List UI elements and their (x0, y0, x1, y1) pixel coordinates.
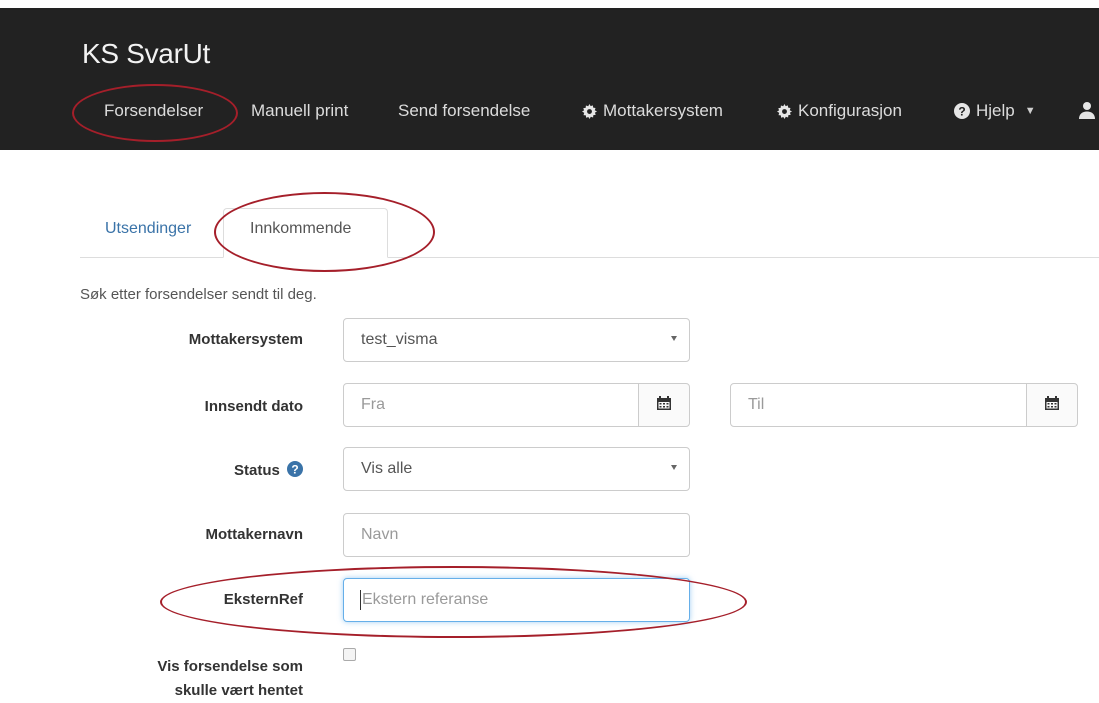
tab-utsendinger[interactable]: Utsendinger (105, 220, 191, 238)
vis-forsendelse-checkbox[interactable] (343, 648, 356, 661)
date-from-input[interactable]: Fra (343, 383, 639, 427)
status-value: Vis alle (361, 460, 413, 477)
date-to-input[interactable]: Til (730, 383, 1027, 427)
question-circle-icon: ? (954, 103, 970, 119)
nav-mottakersystem[interactable]: Mottakersystem (582, 101, 723, 121)
user-menu[interactable] (1078, 101, 1096, 119)
nav-hjelp-dropdown[interactable]: ? Hjelp ▼ (954, 101, 1036, 121)
calendar-icon (657, 395, 671, 415)
mottakernavn-input[interactable]: Navn (343, 513, 690, 557)
status-label: Status (233, 462, 280, 479)
nav-forsendelser[interactable]: Forsendelser (104, 101, 203, 121)
vis-forsendelse-label-line1: Vis forsendelse som (157, 658, 303, 675)
date-from-calendar-button[interactable] (638, 383, 690, 427)
status-select[interactable]: Vis alle (343, 447, 690, 491)
innsendt-dato-label: Innsendt dato (204, 398, 303, 415)
mottakersystem-label: Mottakersystem (188, 331, 303, 348)
nav-mottakersystem-label: Mottakersystem (603, 101, 723, 120)
nav-manuell-print-label: Manuell print (251, 101, 349, 120)
calendar-icon (1045, 395, 1059, 415)
date-from-placeholder: Fra (361, 396, 385, 413)
tab-innkommende[interactable]: Innkommende (250, 220, 351, 238)
mottakersystem-value: test_visma (361, 331, 438, 348)
eksternref-label: EksternRef (223, 591, 303, 608)
date-to-calendar-button[interactable] (1026, 383, 1078, 427)
search-help-text: Søk etter forsendelser sendt til deg. (80, 286, 317, 303)
chevron-down-icon (671, 336, 677, 341)
vis-forsendelse-label: Vis forsendelse som skulle vært hentet (100, 655, 303, 703)
gear-icon (582, 103, 597, 119)
svg-text:?: ? (958, 105, 965, 119)
date-to-placeholder: Til (748, 396, 765, 413)
user-icon (1078, 101, 1096, 119)
brand-title[interactable]: KS SvarUt (82, 38, 210, 70)
chevron-down-icon (671, 465, 677, 470)
mottakernavn-label: Mottakernavn (205, 526, 303, 543)
chevron-down-icon: ▼ (1024, 105, 1036, 117)
eksternref-placeholder: Ekstern referanse (362, 591, 489, 608)
vis-forsendelse-label-line2: skulle vært hentet (174, 682, 303, 699)
nav-forsendelser-label: Forsendelser (104, 101, 204, 120)
nav-send-forsendelse-label: Send forsendelse (398, 101, 531, 120)
mottakersystem-select[interactable]: test_visma (343, 318, 690, 362)
svg-text:?: ? (291, 463, 298, 477)
nav-konfigurasjon[interactable]: Konfigurasjon (777, 101, 902, 121)
nav-send-forsendelse[interactable]: Send forsendelse (398, 101, 530, 121)
nav-manuell-print[interactable]: Manuell print (251, 101, 348, 121)
gear-icon (777, 103, 792, 119)
nav-hjelp-label: Hjelp (976, 101, 1015, 120)
mottakernavn-placeholder: Navn (361, 526, 399, 543)
top-navbar: KS SvarUt Forsendelser Manuell print Sen… (0, 8, 1099, 150)
question-circle-icon[interactable]: ? (287, 461, 303, 481)
status-label-row: Status ? (120, 461, 303, 481)
nav-konfigurasjon-label: Konfigurasjon (798, 101, 902, 120)
eksternref-input[interactable]: Ekstern referanse (343, 578, 690, 622)
